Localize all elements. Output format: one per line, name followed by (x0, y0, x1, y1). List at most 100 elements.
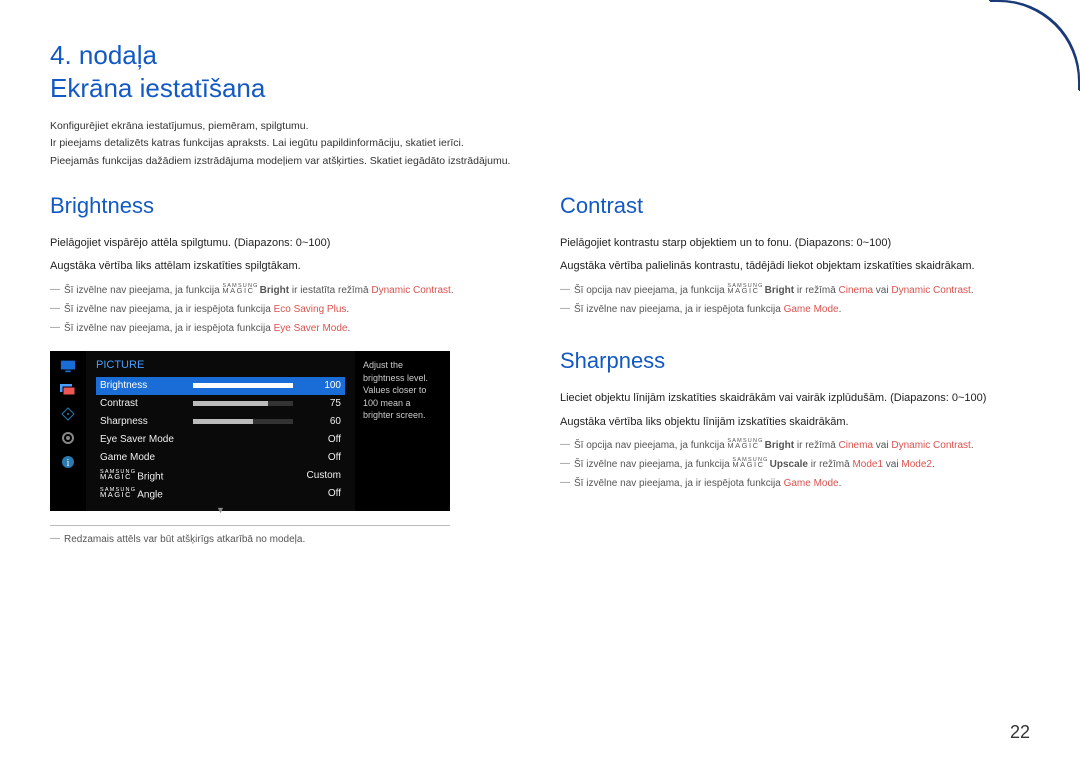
logo-magic: MAGIC (732, 462, 768, 469)
note-text: Šī izvēlne nav pieejama, ja funkcija (64, 285, 222, 296)
note-text: Šī izvēlne nav pieejama, ja ir iespējota… (64, 323, 274, 334)
chapter-title: Ekrāna iestatīšana (50, 73, 1030, 104)
brightness-note-2: Šī izvēlne nav pieejama, ja ir iespējota… (50, 301, 520, 318)
osd-label: Contrast (100, 398, 193, 409)
chevron-down-icon: ▼ (96, 505, 345, 515)
svg-text:i: i (67, 458, 70, 469)
osd-label: Eye Saver Mode (100, 434, 301, 445)
osd-row-brightness: Brightness 100 (96, 377, 345, 395)
sharpness-note-3: Šī izvēlne nav pieejama, ja ir iespējota… (560, 475, 1030, 492)
sharpness-heading: Sharpness (560, 348, 1030, 374)
osd-label: SAMSUNGMAGICBright (100, 470, 301, 482)
osd-label: SAMSUNGMAGICAngle (100, 488, 301, 500)
contrast-section: Contrast Pielāgojiet kontrastu starp obj… (560, 193, 1030, 318)
page: 4. nodaļa Ekrāna iestatīšana Konfigurēji… (0, 0, 1080, 763)
note-text: Šī opcija nav pieejama, ja funkcija (574, 285, 727, 296)
sharpness-p1: Lieciet objektu līnijām izskatīties skai… (560, 390, 1030, 408)
note-text: vai (883, 459, 901, 470)
osd-screenshot: i PICTURE Brightness 100 Contrast 75 (50, 351, 450, 511)
divider (50, 525, 450, 526)
osd-slider (193, 401, 293, 406)
samsung-magic-logo: SAMSUNGMAGIC (727, 284, 763, 295)
contrast-p2: Augstāka vērtība palielinās kontrastu, t… (560, 258, 1030, 276)
osd-main: PICTURE Brightness 100 Contrast 75 (86, 351, 355, 511)
osd-sidebar: i (50, 351, 86, 511)
intro-line-1: Konfigurējiet ekrāna iestatījumus, piemē… (50, 118, 1030, 134)
osd-row-magicangle: SAMSUNGMAGICAngle Off (96, 485, 345, 503)
osd-slider (193, 419, 293, 424)
note-highlight: Game Mode (784, 478, 839, 489)
osd-value: Off (301, 488, 341, 499)
logo-magic: MAGIC (727, 288, 763, 295)
osd-tooltip: Adjust the brightness level. Values clos… (355, 351, 450, 511)
osd-value: Off (301, 434, 341, 445)
note-highlight: Dynamic Contrast (891, 440, 970, 451)
contrast-p1: Pielāgojiet kontrastu starp objektiem un… (560, 235, 1030, 253)
brightness-section: Brightness Pielāgojiet vispārējo attēla … (50, 193, 520, 545)
note-text: ir iestatīta režīmā (289, 285, 371, 296)
sharpness-note-1: Šī opcija nav pieejama, ja funkcija SAMS… (560, 437, 1030, 454)
osd-slider (193, 383, 293, 388)
monitor-icon (60, 359, 76, 373)
sharpness-note-2: Šī izvēlne nav pieejama, ja funkcija SAM… (560, 456, 1030, 473)
note-highlight: Eye Saver Mode (274, 323, 348, 334)
osd-label: Sharpness (100, 416, 193, 427)
osd-value: Off (301, 452, 341, 463)
osd-label: Brightness (100, 380, 193, 391)
gear-icon (60, 431, 76, 445)
note-highlight: Cinema (839, 440, 873, 451)
osd-value: 60 (301, 416, 341, 427)
osd-row-magicbright: SAMSUNGMAGICBright Custom (96, 467, 345, 485)
note-highlight: Cinema (839, 285, 873, 296)
samsung-magic-logo: SAMSUNGMAGIC (222, 284, 258, 295)
note-text: Šī opcija nav pieejama, ja funkcija (574, 440, 727, 451)
contrast-note-1: Šī opcija nav pieejama, ja funkcija SAMS… (560, 282, 1030, 299)
chapter-number: 4. nodaļa (50, 40, 1030, 71)
osd-value: 75 (301, 398, 341, 409)
logo-magic: MAGIC (727, 443, 763, 450)
brightness-heading: Brightness (50, 193, 520, 219)
osd-row-sharpness: Sharpness 60 (96, 413, 345, 431)
info-icon: i (60, 455, 76, 469)
logo-magic: MAGIC (100, 492, 136, 499)
brightness-note-1: Šī izvēlne nav pieejama, ja funkcija SAM… (50, 282, 520, 299)
note-text: Šī izvēlne nav pieejama, ja ir iespējota… (64, 304, 274, 315)
osd-title: PICTURE (96, 359, 345, 371)
brightness-p1: Pielāgojiet vispārējo attēla spilgtumu. … (50, 235, 520, 253)
note-highlight: Mode2 (901, 459, 932, 470)
sharpness-section: Sharpness Lieciet objektu līnijām izskat… (560, 348, 1030, 492)
samsung-magic-logo: SAMSUNGMAGIC (100, 470, 136, 481)
osd-sublabel: Bright (137, 471, 163, 482)
osd-value: Custom (301, 470, 341, 481)
osd-row-eyesaver: Eye Saver Mode Off (96, 431, 345, 449)
osd-label: Game Mode (100, 452, 301, 463)
sharpness-p2: Augstāka vērtība liks objektu līnijām iz… (560, 414, 1030, 432)
screenshot-footnote: Redzamais attēls var būt atšķirīgs atkar… (50, 534, 520, 545)
note-text: vai (873, 440, 891, 451)
osd-sublabel: Angle (137, 489, 163, 500)
note-highlight: Dynamic Contrast (371, 285, 450, 296)
note-text: vai (873, 285, 891, 296)
osd-value: 100 (301, 380, 341, 391)
logo-magic: MAGIC (100, 474, 136, 481)
intro-line-2: Ir pieejams detalizēts katras funkcijas … (50, 135, 1030, 151)
samsung-magic-logo: SAMSUNGMAGIC (727, 439, 763, 450)
note-text: Šī izvēlne nav pieejama, ja funkcija (574, 459, 732, 470)
note-highlight: Dynamic Contrast (891, 285, 970, 296)
contrast-heading: Contrast (560, 193, 1030, 219)
note-highlight: Eco Saving Plus (274, 304, 347, 315)
note-text: ir režīmā (794, 285, 838, 296)
samsung-magic-logo: SAMSUNGMAGIC (100, 488, 136, 499)
contrast-note-2: Šī izvēlne nav pieejama, ja ir iespējota… (560, 301, 1030, 318)
brightness-note-3: Šī izvēlne nav pieejama, ja ir iespējota… (50, 320, 520, 337)
left-column: Brightness Pielāgojiet vispārējo attēla … (50, 193, 520, 575)
note-text: Šī izvēlne nav pieejama, ja ir iespējota… (574, 478, 784, 489)
layers-icon (60, 383, 76, 397)
note-text: ir režīmā (794, 440, 838, 451)
osd-row-contrast: Contrast 75 (96, 395, 345, 413)
right-column: Contrast Pielāgojiet kontrastu starp obj… (560, 193, 1030, 575)
note-text: ir režīmā (808, 459, 852, 470)
note-bold: Bright (765, 440, 794, 451)
resize-icon (60, 407, 76, 421)
note-text: Šī izvēlne nav pieejama, ja ir iespējota… (574, 304, 784, 315)
